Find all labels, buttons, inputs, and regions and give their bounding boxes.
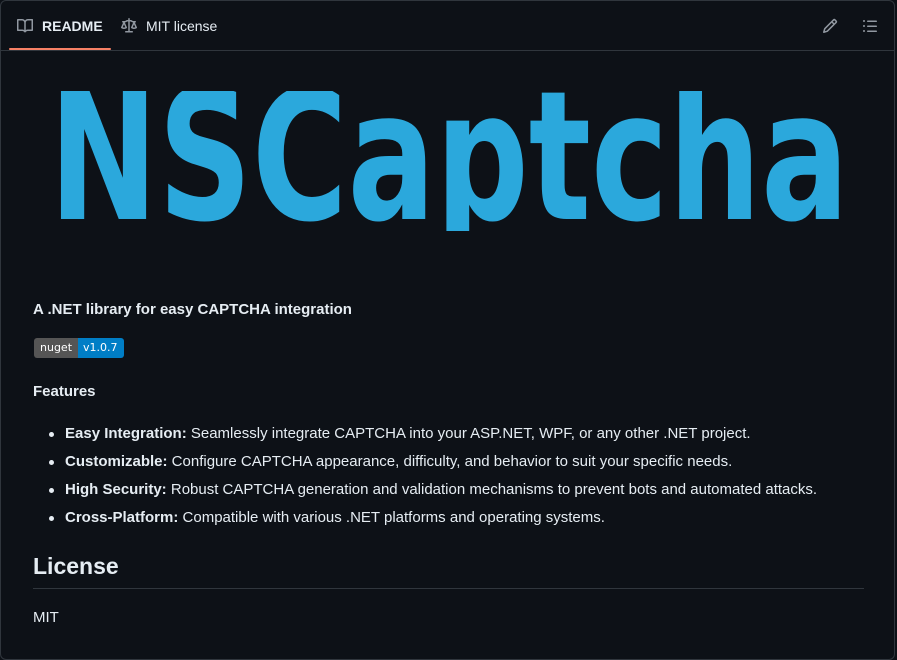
book-icon xyxy=(17,18,33,32)
logo-text: NSCaptcha xyxy=(49,91,849,231)
list-item: Cross-Platform: Compatible with various … xyxy=(49,504,896,532)
badge-label: nuget xyxy=(34,338,79,358)
tab-readme[interactable]: README xyxy=(9,1,111,50)
feature-title: High Security: xyxy=(65,481,167,498)
tab-readme-label: README xyxy=(42,17,103,34)
feature-text: Configure CAPTCHA appearance, difficulty… xyxy=(167,453,733,470)
feature-text: Robust CAPTCHA generation and validation… xyxy=(166,481,818,498)
law-icon xyxy=(121,17,137,32)
badge-version: v1.0.7 xyxy=(78,338,124,358)
feature-text: Compatible with various .NET platforms a… xyxy=(178,509,605,526)
list-item: Easy Integration: Seamlessly integrate C… xyxy=(49,420,896,448)
tab-mit-license[interactable]: MIT license xyxy=(113,1,225,50)
list-item: Customizable: Configure CAPTCHA appearan… xyxy=(49,448,896,476)
nuget-badge[interactable]: nuget v1.0.7 xyxy=(34,338,124,358)
tab-bar: README MIT license xyxy=(1,1,894,51)
features-heading: Features xyxy=(33,383,96,400)
feature-list: Easy Integration: Seamlessly integrate C… xyxy=(33,420,896,532)
tab-license-label: MIT license xyxy=(146,17,218,34)
feature-title: Easy Integration: xyxy=(65,425,187,442)
feature-title: Cross-Platform: xyxy=(65,509,179,526)
readme-panel: README MIT license NSCaptcha A .NET libr… xyxy=(0,0,895,660)
list-item: High Security: Robust CAPTCHA generation… xyxy=(49,476,896,504)
edit-file-button[interactable] xyxy=(817,13,843,39)
feature-title: Customizable: xyxy=(65,453,168,470)
license-text: MIT xyxy=(33,609,59,626)
pencil-icon xyxy=(822,18,838,34)
license-heading: License xyxy=(33,553,864,589)
list-unordered-icon xyxy=(863,20,877,32)
feature-text: Seamlessly integrate CAPTCHA into your A… xyxy=(186,425,751,442)
nscaptcha-logo: NSCaptcha xyxy=(49,91,849,231)
table-of-contents-button[interactable] xyxy=(857,13,883,39)
tagline: A .NET library for easy CAPTCHA integrat… xyxy=(33,301,352,318)
